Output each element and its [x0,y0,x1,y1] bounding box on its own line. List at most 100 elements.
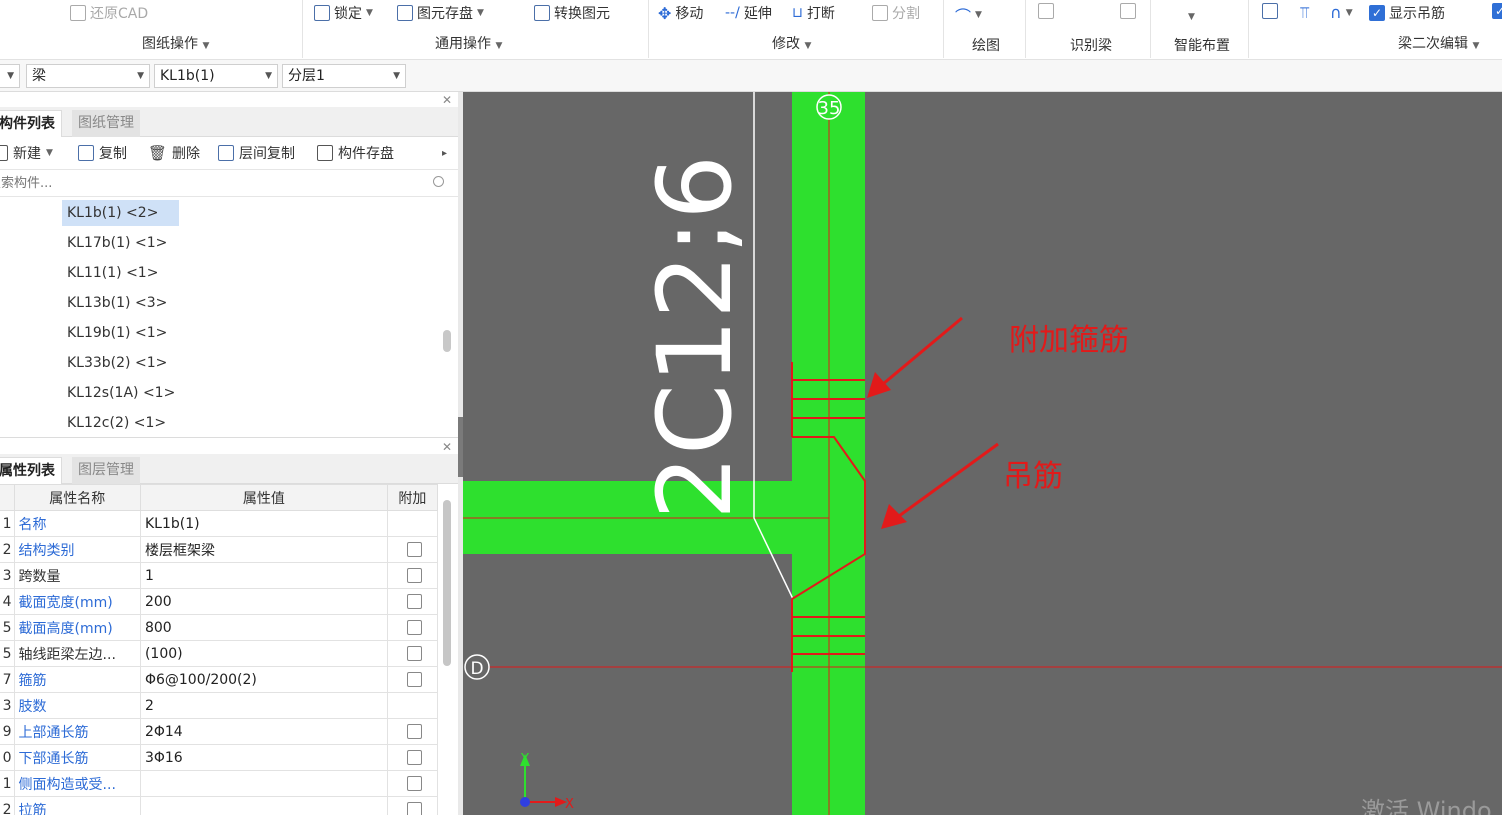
restore-cad-button[interactable]: 还原CAD [70,3,148,23]
convert-element-button[interactable]: 转换图元 [534,3,610,23]
component-list-item[interactable]: KL12c(2) <1> [62,410,171,435]
delete-button[interactable]: 🗑 删除 [148,143,200,163]
break-button[interactable]: ⊔ 打断 [792,3,835,23]
layer-selector[interactable]: 分层1 ▼ [282,64,406,88]
property-value[interactable]: 2 [139,692,388,719]
property-row[interactable]: 2 结构类别 楼层框架梁 [0,536,439,563]
property-row[interactable]: 9 上部通长筋 2Φ14 [0,718,439,745]
draw-group[interactable]: 绘图 [972,35,1000,55]
extra-checkbox[interactable] [406,672,422,687]
extra-checkbox[interactable] [406,724,422,739]
hanger-tool-button[interactable]: ⫪ [1300,3,1309,23]
modify-group[interactable]: 修改 ▼ [772,33,811,53]
property-name: 下部通长筋 [13,744,141,771]
property-row[interactable]: 3 跨数量 1 [0,562,439,589]
extra-checkbox[interactable]: ✓ [1492,3,1502,19]
property-value-header: 属性值 [139,484,388,511]
smart-layout-group[interactable]: 智能布置 [1174,35,1230,55]
toolbar-overflow-button[interactable]: ▸ [442,148,447,159]
property-value[interactable]: Φ6@100/200(2) [139,666,388,693]
property-value[interactable] [139,796,388,815]
extend-button[interactable]: --/ 延伸 [725,3,772,23]
property-row[interactable]: 3 肢数 2 [0,692,439,719]
component-selector[interactable]: KL1b(1) ▼ [154,64,278,88]
property-value[interactable]: 2Φ14 [139,718,388,745]
chevron-down-icon: ▼ [46,148,53,158]
extra-checkbox[interactable] [406,646,422,661]
arc-draw-button[interactable]: ⌒ ▼ [955,3,982,27]
component-list-scrollbar[interactable] [443,330,451,352]
beam-secondary-edit-group[interactable]: 梁二次编辑 ▼ [1398,33,1479,53]
component-list-item[interactable]: KL1b(1) <2> [62,200,179,226]
search-input[interactable] [0,172,428,194]
property-value[interactable] [139,770,388,797]
property-row[interactable]: 1 名称 KL1b(1) [0,510,439,537]
save-element-button[interactable]: 图元存盘 ▼ [397,3,484,23]
component-list-item[interactable]: KL12s(1A) <1> [62,380,180,406]
new-file-icon [0,145,8,161]
show-hanger-checkbox[interactable]: ✓ 显示吊筋 [1369,3,1445,23]
property-row[interactable]: 2 拉筋 [0,796,439,815]
identify-beam-button[interactable] [1038,3,1054,19]
extra-checkbox[interactable] [406,542,422,557]
property-row[interactable]: 0 下部通长筋 3Φ16 [0,744,439,771]
category-selector[interactable]: 梁 ▼ [26,64,150,88]
move-icon: ✥ [658,3,672,23]
smart-layout-dropdown[interactable]: ▼ [1188,12,1195,22]
split-button[interactable]: 分割 [872,3,920,23]
drawing-canvas[interactable]: 35 D 2C12;6 附加箍筋 吊筋 Y X 激活 Windo [463,92,1502,815]
chevron-down-icon: ▼ [1188,12,1195,22]
break-icon: ⊔ [792,5,803,21]
tab-property-list[interactable]: 属性列表 [0,457,62,484]
property-value[interactable]: 200 [139,588,388,615]
extra-checkbox[interactable] [406,750,422,765]
property-row[interactable]: 1 侧面构造或受... [0,770,439,797]
extra-checkbox[interactable] [406,594,422,609]
type-selector[interactable]: ▼ [0,64,20,88]
extend-icon: --/ [725,5,740,21]
component-list-item[interactable]: KL11(1) <1> [62,260,163,286]
drawing-ops-label: 图纸操作 [142,36,198,52]
close-icon[interactable]: ✕ [442,93,452,107]
close-icon[interactable]: ✕ [442,440,452,454]
show-hanger-label: 显示吊筋 [1389,6,1445,22]
component-list-item[interactable]: KL19b(1) <1> [62,320,172,346]
lock-button[interactable]: 锁定 ▼ [314,3,373,23]
extra-checkbox[interactable] [406,620,422,635]
property-row[interactable]: 4 截面宽度(mm) 200 [0,588,439,615]
chevron-down-icon: ▼ [265,71,272,81]
identify-beam-group[interactable]: 识别梁 [1070,35,1112,55]
tab-layer-management[interactable]: 图层管理 [72,457,140,484]
property-value[interactable]: 楼层框架梁 [139,536,388,563]
property-table-scrollbar[interactable] [443,500,451,666]
new-button[interactable]: 新建 ▼ [0,143,53,163]
component-list-item[interactable]: KL33b(2) <1> [62,350,172,376]
tab-drawing-management[interactable]: 图纸管理 [72,110,140,137]
floor-copy-button[interactable]: 层间复制 [218,143,295,163]
drawing-ops-group[interactable]: 图纸操作 ▼ [142,33,209,53]
property-row[interactable]: 5 轴线距梁左边... (100) [0,640,439,667]
property-value[interactable]: KL1b(1) [139,510,388,537]
property-value[interactable]: (100) [139,640,388,667]
hanger-spec-text[interactable]: 2C12;6 [636,155,755,520]
property-row[interactable]: 7 箍筋 Φ6@100/200(2) [0,666,439,693]
move-button[interactable]: ✥ 移动 [658,3,703,23]
property-row[interactable]: 5 截面高度(mm) 800 [0,614,439,641]
general-ops-group[interactable]: 通用操作 ▼ [435,33,502,53]
property-table-header: 属性名称 属性值 附加 [0,484,439,511]
property-value[interactable]: 1 [139,562,388,589]
save-component-button[interactable]: 构件存盘 [317,143,394,163]
component-list-item[interactable]: KL13b(1) <3> [62,290,172,316]
copy-button[interactable]: 复制 [78,143,127,163]
search-icon[interactable] [433,176,444,187]
beam-tool-button[interactable] [1262,3,1278,19]
headphone-tool-button[interactable]: ∩ ▼ [1330,3,1353,22]
property-value[interactable]: 800 [139,614,388,641]
tab-component-list[interactable]: 构件列表 [0,110,62,137]
component-list-item[interactable]: KL17b(1) <1> [62,230,172,256]
extra-checkbox[interactable] [406,776,422,791]
identify-beam-table-button[interactable] [1120,3,1136,19]
extra-checkbox[interactable] [406,568,422,583]
property-value[interactable]: 3Φ16 [139,744,388,771]
extra-checkbox[interactable] [406,802,422,815]
